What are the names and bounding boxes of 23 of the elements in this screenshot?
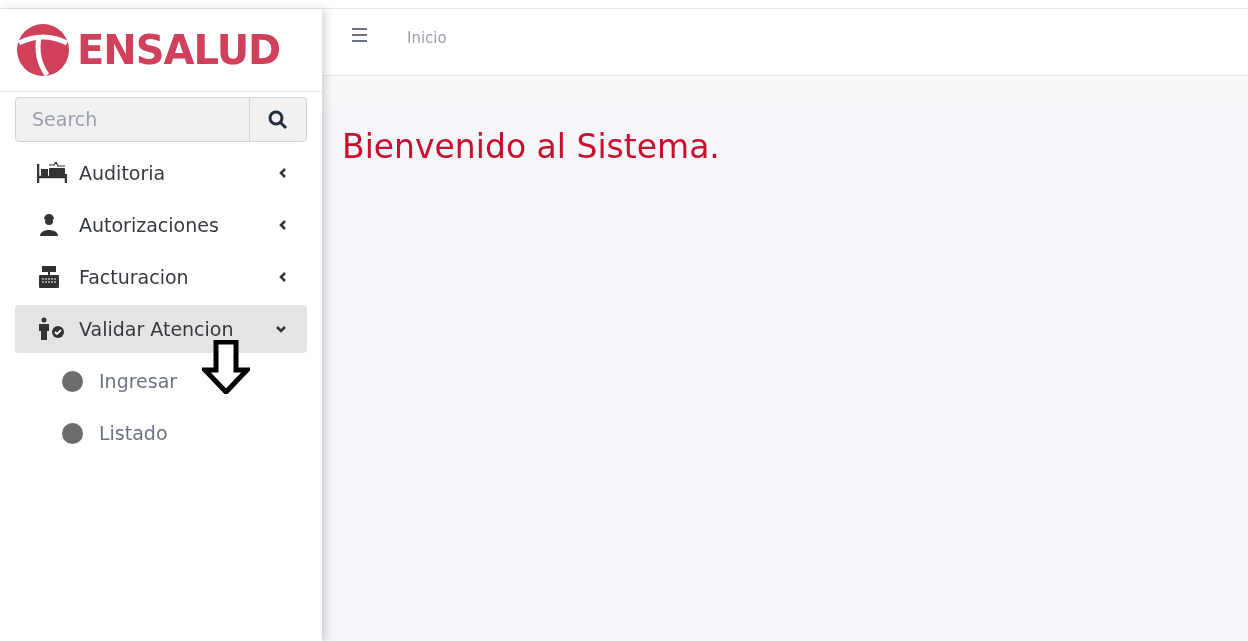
chevron-left-icon [279, 271, 287, 283]
bed-icon [37, 162, 67, 184]
search-field[interactable]: Search [15, 97, 250, 142]
cash-register-icon [37, 265, 61, 289]
chevron-down-icon [275, 325, 287, 333]
menu-icon[interactable] [352, 28, 367, 42]
menu-item-label: Facturacion [79, 264, 190, 290]
chevron-left-icon [279, 219, 287, 231]
person-check-icon [37, 317, 65, 341]
logo-icon [15, 23, 71, 77]
submenu-item[interactable]: Listado [15, 407, 307, 459]
doctor-icon [37, 213, 61, 237]
search-button[interactable] [250, 97, 307, 142]
down-arrow-icon [202, 340, 250, 394]
chevron-left-icon [279, 167, 287, 179]
menu-item-label: Autorizaciones [79, 212, 220, 238]
logo-text: ENSALUD [77, 30, 281, 70]
menu-item[interactable]: Validar Atencion [15, 305, 307, 353]
menu-item-label: Auditoria [79, 160, 167, 186]
submenu-item[interactable]: Ingresar [15, 355, 307, 407]
menu-item-label: Validar Atencion [79, 316, 235, 342]
search-icon [268, 109, 288, 130]
welcome-heading: Bienvenido al Sistema. [342, 126, 721, 168]
